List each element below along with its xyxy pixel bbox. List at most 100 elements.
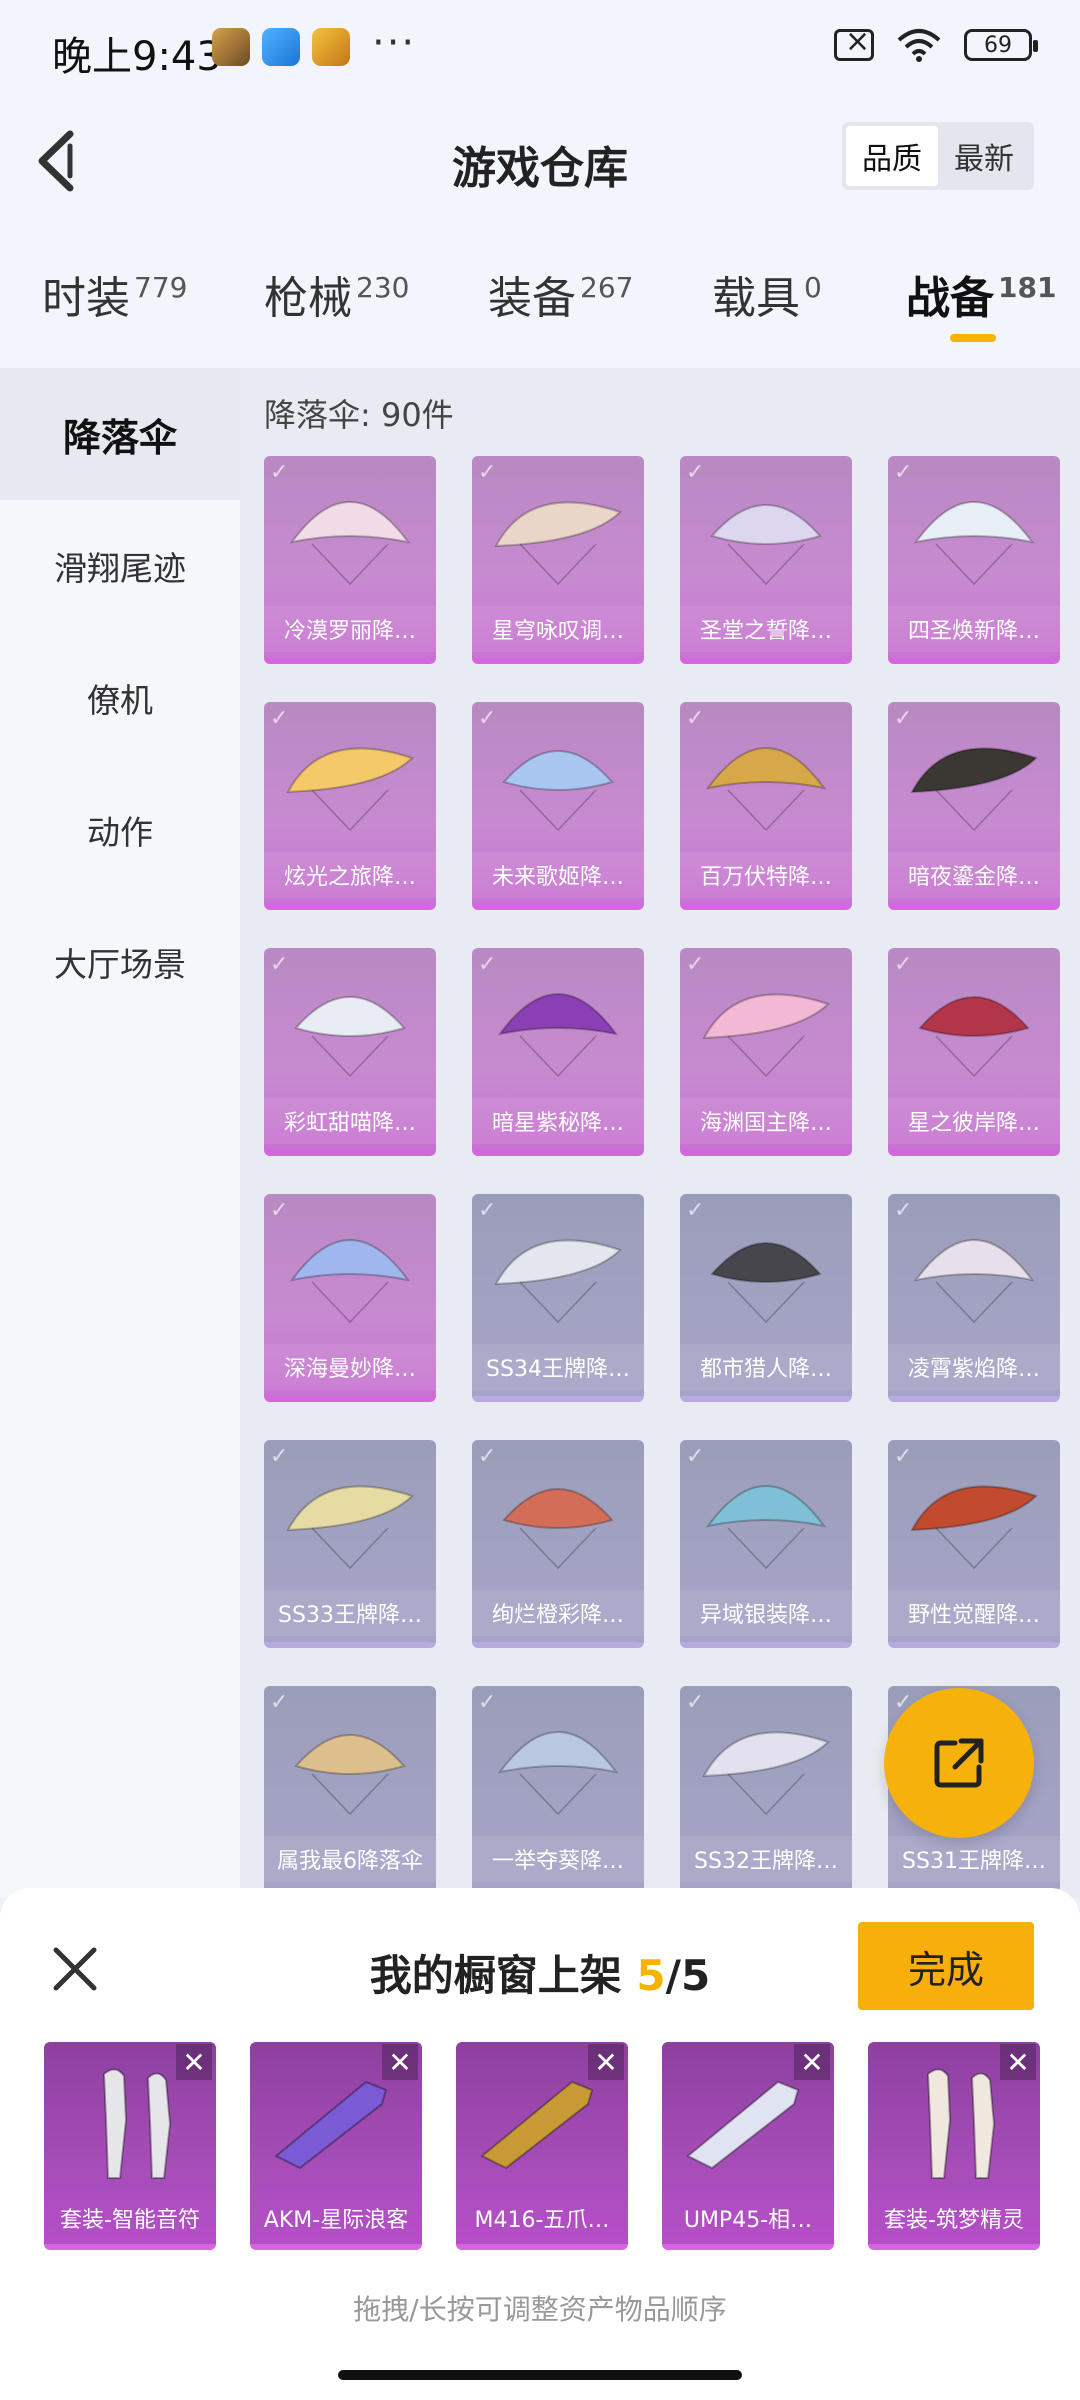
done-button[interactable]: 完成 [858, 1922, 1034, 2010]
tab-label: 装备 [488, 273, 576, 324]
battery-icon: 69 [964, 29, 1038, 61]
parachute-image [502, 1488, 614, 1570]
sidebar: 降落伞 滑翔尾迹 僚机 动作 大厅场景 [0, 368, 240, 1898]
tab-equipment[interactable]: 装备 267 [488, 262, 633, 326]
parachute-card[interactable]: ✓ 海渊国主降… [680, 948, 852, 1156]
status-right: 69 [834, 24, 1038, 62]
parachute-card[interactable]: ✓ 绚烂橙彩降… [472, 1440, 644, 1648]
parachute-name: 属我最6降落伞 [264, 1836, 436, 1882]
parachute-name: 炫光之旅降… [264, 852, 436, 898]
tab-count: 267 [580, 271, 634, 305]
no-sim-icon [834, 24, 874, 61]
showcase-item-name: UMP45-相… [683, 2208, 813, 2233]
parachute-name: 凌霄紫焰降… [888, 1344, 1060, 1390]
tab-label: 战备 [906, 273, 994, 324]
sidebar-item-wingman[interactable]: 僚机 [0, 632, 240, 764]
parachute-card[interactable]: ✓ 冷漠罗丽降… [264, 456, 436, 664]
parachute-card[interactable]: ✓ 炫光之旅降… [264, 702, 436, 910]
sort-latest-option[interactable]: 最新 [938, 126, 1030, 186]
tab-vehicles[interactable]: 载具 0 [712, 262, 822, 326]
parachute-name: 未来歌姬降… [472, 852, 644, 898]
parachute-name: 星之彼岸降… [888, 1098, 1060, 1144]
parachute-image [289, 1239, 411, 1324]
parachute-image [910, 747, 1038, 832]
remove-item-icon[interactable]: ✕ [382, 2044, 418, 2080]
tab-weapons[interactable]: 枪械 230 [264, 262, 409, 326]
parachute-name: 暗夜鎏金降… [888, 852, 1060, 898]
parachute-card[interactable]: ✓ 野性觉醒降… [888, 1440, 1060, 1648]
parachute-name: 圣堂之誓降… [680, 606, 852, 652]
battery-level: 69 [984, 32, 1012, 58]
showcase-item-name: 套装-智能音符 [60, 2208, 200, 2233]
parachute-name: 暗星紫秘降… [472, 1098, 644, 1144]
parachute-card[interactable]: ✓ 深海曼妙降… [264, 1194, 436, 1402]
parachute-card[interactable]: ✓ 凌霄紫焰降… [888, 1194, 1060, 1402]
showcase-item[interactable]: ✕ 套装-智能音符 [44, 2042, 216, 2250]
showcase-list: ✕ 套装-智能音符 ✕ AKM-星际浪客 ✕ M416-五爪… ✕ UMP45-相… ✕ 套装-筑… [44, 2042, 1040, 2250]
status-time: 晚上9:43 [52, 34, 222, 80]
share-button[interactable] [884, 1688, 1034, 1838]
tab-war-prep[interactable]: 战备 181 [906, 262, 1056, 326]
parachute-card[interactable]: ✓ 四圣焕新降… [888, 456, 1060, 664]
tab-fashion[interactable]: 时装 779 [42, 262, 187, 326]
parachute-image [497, 993, 619, 1078]
parachute-card[interactable]: ✓ 圣堂之誓降… [680, 456, 852, 664]
parachute-image [286, 747, 414, 832]
showcase-item[interactable]: ✕ AKM-星际浪客 [250, 2042, 422, 2250]
showcase-item[interactable]: ✕ 套装-筑梦精灵 [868, 2042, 1040, 2250]
showcase-item[interactable]: ✕ M416-五爪… [456, 2042, 628, 2250]
parachute-name: SS34王牌降… [472, 1344, 644, 1390]
sidebar-item-glide-trail[interactable]: 滑翔尾迹 [0, 500, 240, 632]
status-bar: 晚上9:43 ··· 69 [0, 0, 1080, 100]
parachute-card[interactable]: ✓ SS34王牌降… [472, 1194, 644, 1402]
item-content: 降落伞: 90件 ✓ 冷漠罗丽降… ✓ 星穹咏叹调… ✓ 圣堂之誓降… ✓ 四圣焕新降… ✓ 炫光… [240, 368, 1080, 1898]
parachute-card[interactable]: ✓ 属我最6降落伞 [264, 1686, 436, 1894]
showcase-panel: 我的橱窗上架 5/5 完成 ✕ 套装-智能音符 ✕ AKM-星际浪客 ✕ M416-五爪…… [0, 1888, 1080, 2400]
parachute-name: 深海曼妙降… [264, 1344, 436, 1390]
parachute-card[interactable]: ✓ SS33王牌降… [264, 1440, 436, 1648]
parachute-card[interactable]: ✓ 暗夜鎏金降… [888, 702, 1060, 910]
parachute-card[interactable]: ✓ 都市猎人降… [680, 1194, 852, 1402]
remove-item-icon[interactable]: ✕ [588, 2044, 624, 2080]
parachute-card[interactable]: ✓ 彩虹甜喵降… [264, 948, 436, 1156]
parachute-card[interactable]: ✓ 暗星紫秘降… [472, 948, 644, 1156]
parachute-card[interactable]: ✓ 星穹咏叹调… [472, 456, 644, 664]
status-app-icons [212, 28, 350, 66]
parachute-card[interactable]: ✓ 星之彼岸降… [888, 948, 1060, 1156]
sidebar-item-lobby-scene[interactable]: 大厅场景 [0, 896, 240, 1028]
parachute-card[interactable]: ✓ 百万伏特降… [680, 702, 852, 910]
parachute-name: SS32王牌降… [680, 1836, 852, 1882]
remove-item-icon[interactable]: ✕ [794, 2044, 830, 2080]
message-app-icon [262, 28, 300, 66]
parachute-name: 海渊国主降… [680, 1098, 852, 1144]
sidebar-item-emote[interactable]: 动作 [0, 764, 240, 896]
more-notifications-icon: ··· [372, 20, 417, 66]
parachute-image [918, 996, 1030, 1078]
parachute-image [289, 501, 411, 586]
active-tab-indicator [950, 334, 996, 342]
remove-item-icon[interactable]: ✕ [176, 2044, 212, 2080]
parachute-image [497, 1731, 619, 1816]
category-tabs: 时装 779 枪械 230 装备 267 载具 0 战备 181 [0, 230, 1080, 368]
tab-label: 枪械 [264, 273, 352, 324]
parachute-image [705, 747, 827, 832]
parachute-name: 彩虹甜喵降… [264, 1098, 436, 1144]
parachute-card[interactable]: ✓ SS32王牌降… [680, 1686, 852, 1894]
item-grid: ✓ 冷漠罗丽降… ✓ 星穹咏叹调… ✓ 圣堂之誓降… ✓ 四圣焕新降… ✓ 炫光之旅降… ✓ 未来歌姬… [264, 456, 1064, 1894]
parachute-card[interactable]: ✓ 未来歌姬降… [472, 702, 644, 910]
showcase-separator: / [665, 1951, 681, 2000]
parachute-image [710, 504, 822, 586]
remove-item-icon[interactable]: ✕ [1000, 2044, 1036, 2080]
parachute-card[interactable]: ✓ 一举夺葵降… [472, 1686, 644, 1894]
showcase-item-name: 套装-筑梦精灵 [884, 2208, 1024, 2233]
showcase-max-count: 5 [680, 1951, 711, 2000]
home-indicator[interactable] [338, 2370, 742, 2380]
parachute-card[interactable]: ✓ 异域银装降… [680, 1440, 852, 1648]
sidebar-item-parachute[interactable]: 降落伞 [0, 368, 240, 500]
parachute-name: SS31王牌降… [888, 1836, 1060, 1882]
showcase-item[interactable]: ✕ UMP45-相… [662, 2042, 834, 2250]
parachute-name: 百万伏特降… [680, 852, 852, 898]
tab-count: 779 [134, 271, 188, 305]
sort-quality-option[interactable]: 品质 [846, 126, 938, 186]
parachute-name: 野性觉醒降… [888, 1590, 1060, 1636]
